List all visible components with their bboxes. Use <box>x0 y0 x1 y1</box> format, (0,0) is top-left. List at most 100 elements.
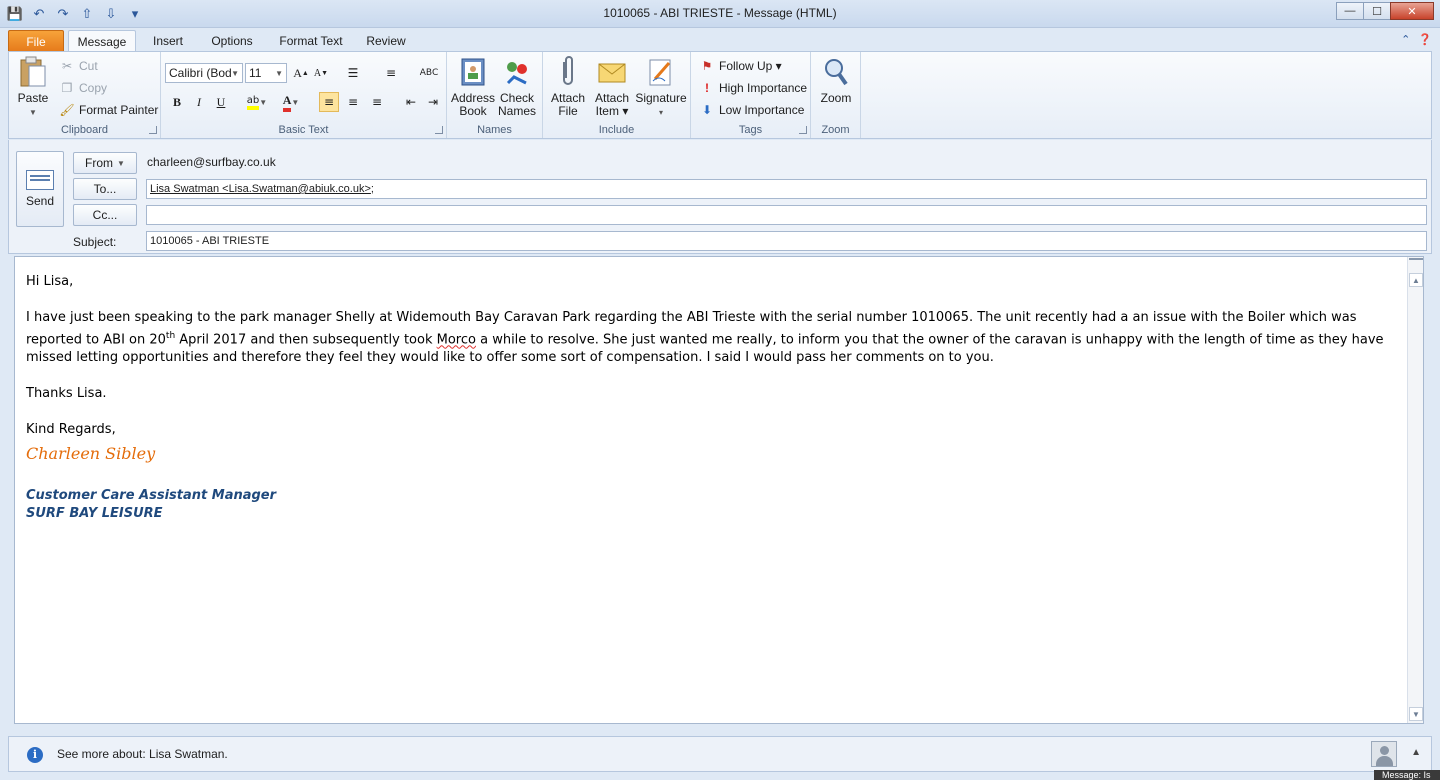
tab-format-text[interactable]: Format Text <box>276 30 346 52</box>
close-button[interactable]: ✕ <box>1390 2 1434 20</box>
magnifier-icon <box>820 56 852 88</box>
subject-field[interactable]: 1010065 - ABI TRIESTE <box>146 231 1427 251</box>
tab-file[interactable]: File <box>8 30 64 52</box>
flag-icon: ⚑ <box>701 59 713 73</box>
align-left-button[interactable]: ≡ <box>319 92 339 112</box>
low-importance-button[interactable]: ⬇ Low Importance <box>699 101 804 119</box>
names-group-label: Names <box>477 124 512 136</box>
address-book-icon <box>457 56 489 88</box>
high-importance-button[interactable]: ! High Importance <box>699 79 807 97</box>
regards-line: Kind Regards, <box>26 422 116 438</box>
group-include: Attach File Attach Item ▾ Signature ▾ Inclu… <box>543 52 691 138</box>
clear-formatting-button[interactable]: ABC <box>419 63 439 83</box>
copy-button[interactable]: ❐ Copy <box>59 79 107 97</box>
scroll-up-arrow-icon[interactable]: ▲ <box>1409 273 1423 287</box>
message-body[interactable]: Hi Lisa, I have just been speaking to th… <box>14 256 1424 724</box>
contact-avatar-icon[interactable] <box>1371 741 1397 767</box>
help-icon[interactable]: ❓ <box>1418 33 1432 46</box>
ribbon-tabs: File Message Insert Options Format Text … <box>0 28 1440 53</box>
zoom-group-label: Zoom <box>821 124 850 136</box>
tab-review[interactable]: Review <box>362 30 410 52</box>
to-recipient[interactable]: Lisa Swatman <Lisa.Swatman@abiuk.co.uk> <box>150 183 371 195</box>
signature-title: Customer Care Assistant Manager <box>26 488 277 504</box>
subject-label: Subject: <box>73 235 117 249</box>
paste-button[interactable]: Paste ▼ <box>13 56 53 119</box>
tab-insert[interactable]: Insert <box>146 30 190 52</box>
highlight-button[interactable]: ab ▼ <box>243 92 271 112</box>
basic-text-group-label: Basic Text <box>278 124 329 136</box>
basic-text-dialog-launcher[interactable] <box>435 126 443 134</box>
maximize-button[interactable]: ☐ <box>1363 2 1391 20</box>
numbering-button[interactable]: ≡ <box>381 63 401 83</box>
group-basic-text: Calibri (Body)▼ 11▼ A▲ A▼ ☰ ≡ ABC B I U … <box>161 52 447 138</box>
expand-people-pane-icon[interactable]: ▲ <box>1411 747 1421 758</box>
group-zoom: Zoom Zoom <box>811 52 861 138</box>
include-group-label: Include <box>598 124 635 136</box>
paperclip-icon <box>552 56 584 88</box>
font-name-combo[interactable]: Calibri (Body)▼ <box>165 63 243 83</box>
check-names-button[interactable]: Check Names <box>497 56 537 118</box>
check-names-icon <box>501 56 533 88</box>
cc-button[interactable]: Cc... <box>73 204 137 226</box>
paste-icon <box>17 56 49 88</box>
signature-company: SURF BAY LEISURE <box>26 506 163 522</box>
message-header: Send From ▼ charleen@surfbay.co.uk To... … <box>8 140 1432 254</box>
window-controls: — ☐ ✕ <box>1336 2 1434 20</box>
ribbon: Paste ▼ ✂ Cut ❐ Copy 🖌 Format Painter Clipbo… <box>8 51 1432 139</box>
decrease-indent-button[interactable]: ⇤ <box>401 92 421 112</box>
ruler-toggle-icon[interactable] <box>1409 258 1423 272</box>
follow-up-button[interactable]: ⚑ Follow Up ▾ <box>699 57 782 75</box>
message-body-content[interactable]: Hi Lisa, I have just been speaking to th… <box>26 273 1396 523</box>
highlighter-icon: ab <box>246 95 260 110</box>
from-button[interactable]: From ▼ <box>73 152 137 174</box>
cc-field[interactable] <box>146 205 1427 225</box>
from-value: charleen@surfbay.co.uk <box>147 155 276 169</box>
misspelled-word[interactable]: Morco <box>437 332 476 347</box>
send-icon <box>26 170 54 190</box>
title-bar: 💾 ↶ ↷ ⇧ ⇩ ▾ 1010065 - ABI TRIESTE - Mess… <box>0 0 1440 28</box>
see-more-link[interactable]: See more about: Lisa Swatman. <box>57 747 228 761</box>
minimize-ribbon-icon[interactable]: ⌃ <box>1401 33 1410 46</box>
scissors-icon: ✂ <box>61 59 73 73</box>
group-clipboard: Paste ▼ ✂ Cut ❐ Copy 🖌 Format Painter Clipbo… <box>9 52 161 138</box>
tags-dialog-launcher[interactable] <box>799 126 807 134</box>
group-tags: ⚑ Follow Up ▾ ! High Importance ⬇ Low Impor… <box>691 52 811 138</box>
attach-file-button[interactable]: Attach File <box>547 56 589 118</box>
signature-icon <box>645 56 677 88</box>
shrink-font-button[interactable]: A ▼ <box>311 63 331 83</box>
body-paragraph: I have just been speaking to the park ma… <box>26 310 1384 366</box>
font-size-combo[interactable]: 11 ▼ <box>245 63 287 83</box>
exclamation-icon: ! <box>705 81 709 95</box>
scroll-down-arrow-icon[interactable]: ▼ <box>1409 707 1423 721</box>
bold-button[interactable]: B <box>167 92 187 112</box>
signature-name: Charleen Sibley <box>26 444 156 464</box>
bullets-button[interactable]: ☰ <box>343 63 363 83</box>
underline-button[interactable]: U <box>211 92 231 112</box>
italic-button[interactable]: I <box>189 92 209 112</box>
tags-group-label: Tags <box>738 124 763 136</box>
to-button[interactable]: To... <box>73 178 137 200</box>
minimize-button[interactable]: — <box>1336 2 1364 20</box>
increase-indent-button[interactable]: ⇥ <box>423 92 443 112</box>
font-color-button[interactable]: A ▼ <box>277 92 305 112</box>
cut-button[interactable]: ✂ Cut <box>59 57 98 75</box>
to-field[interactable]: Lisa Swatman <Lisa.Swatman@abiuk.co.uk>; <box>146 179 1427 199</box>
envelope-icon <box>596 56 628 88</box>
signature-button[interactable]: Signature ▾ <box>635 56 687 119</box>
format-painter-button[interactable]: 🖌 Format Painter <box>59 101 158 119</box>
attach-item-button[interactable]: Attach Item ▾ <box>591 56 633 118</box>
align-center-button[interactable]: ≡ <box>343 92 363 112</box>
taskbar-preview: Message: Is <box>1374 770 1440 780</box>
vertical-scrollbar[interactable]: ▲ ▼ <box>1407 257 1423 723</box>
align-right-button[interactable]: ≡ <box>367 92 387 112</box>
thanks-line: Thanks Lisa. <box>26 386 107 402</box>
clipboard-group-label: Clipboard <box>60 124 109 136</box>
grow-font-button[interactable]: A ▲ <box>291 63 311 83</box>
send-button[interactable]: Send <box>16 151 64 227</box>
copy-icon: ❐ <box>61 81 73 95</box>
zoom-button[interactable]: Zoom <box>815 56 857 105</box>
tab-options[interactable]: Options <box>206 30 258 52</box>
address-book-button[interactable]: Address Book <box>451 56 495 118</box>
clipboard-dialog-launcher[interactable] <box>149 126 157 134</box>
tab-message[interactable]: Message <box>68 30 136 53</box>
